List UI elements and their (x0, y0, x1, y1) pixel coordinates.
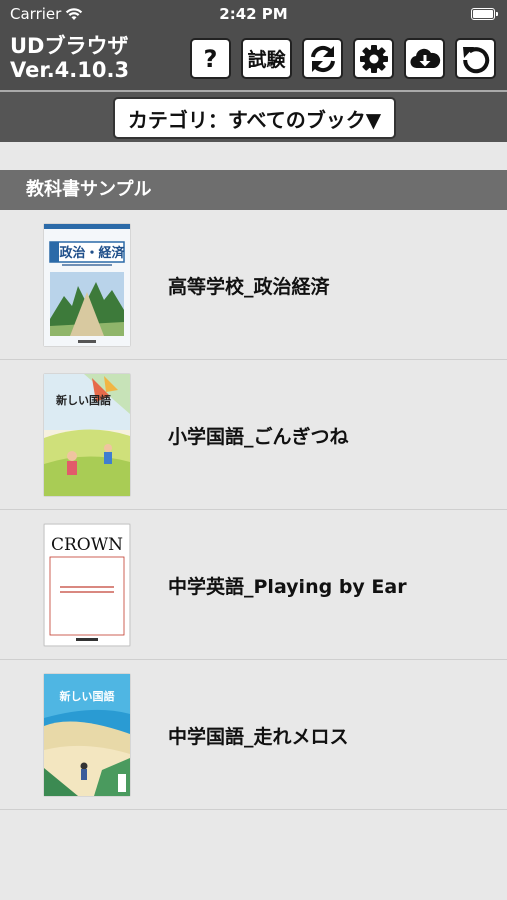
refresh-button[interactable] (455, 38, 496, 79)
gear-icon (359, 44, 388, 73)
category-bar: カテゴリ：すべてのブック▼ (0, 90, 507, 142)
app-version: Ver.4.10.3 (10, 58, 130, 82)
sync-button[interactable] (302, 38, 343, 79)
book-title: 中学英語_Playing by Ear (168, 575, 407, 598)
app-header: UDブラウザ Ver.4.10.3 ? 試験 (0, 30, 507, 90)
book-title: 小学国語_ごんぎつね (168, 425, 349, 448)
book-title: 中学国語_走れメロス (168, 725, 349, 748)
book-list: 政治・経済 高等学校_政治経済 新しい国語 小学国語_ごんぎつね CROWN 中… (0, 210, 507, 810)
book-cover: 新しい国語 (44, 674, 130, 796)
section-header: 教科書サンプル (0, 170, 507, 210)
cloud-download-icon (409, 48, 440, 68)
test-button[interactable]: 試験 (241, 38, 292, 79)
status-time: 2:42 PM (219, 5, 288, 23)
refresh-icon (462, 46, 489, 73)
app-name: UDブラウザ (10, 34, 129, 58)
battery-icon (471, 8, 498, 20)
book-cover: 政治・経済 (44, 224, 130, 346)
settings-button[interactable] (353, 38, 394, 79)
book-cover: CROWN (44, 524, 130, 646)
book-row[interactable]: 新しい国語 中学国語_走れメロス (0, 660, 507, 810)
book-row[interactable]: CROWN 中学英語_Playing by Ear (0, 510, 507, 660)
book-row[interactable]: 新しい国語 小学国語_ごんぎつね (0, 360, 507, 510)
status-bar: Carrier 2:42 PM (0, 0, 507, 30)
book-row[interactable]: 政治・経済 高等学校_政治経済 (0, 210, 507, 360)
book-cover: 新しい国語 (44, 374, 130, 496)
app-title: UDブラウザ Ver.4.10.3 (10, 34, 129, 82)
cover-title-text: 新しい国語 (56, 393, 111, 407)
help-button[interactable]: ? (190, 38, 231, 79)
cover-title-text: 新しい国語 (60, 689, 115, 703)
cover-title-text: 政治・経済 (59, 245, 125, 261)
cover-title-text: CROWN (51, 535, 123, 555)
book-title: 高等学校_政治経済 (168, 275, 330, 298)
sync-icon (310, 45, 335, 72)
download-button[interactable] (404, 38, 445, 79)
category-dropdown[interactable]: カテゴリ：すべてのブック▼ (113, 97, 396, 139)
